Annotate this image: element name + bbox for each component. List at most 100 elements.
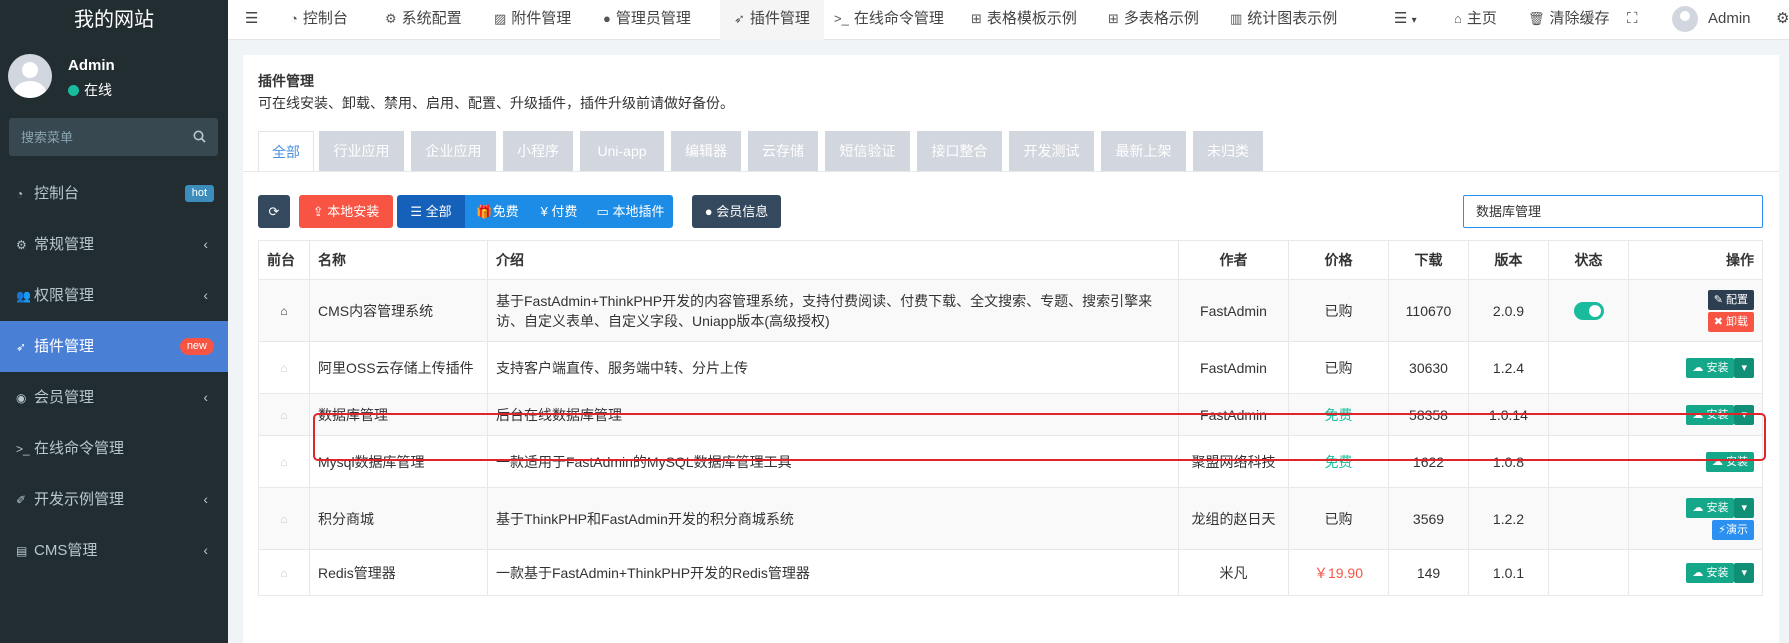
tab-category-uniapp[interactable]: Uni-app (580, 131, 664, 171)
sidebar-item-members[interactable]: ◉ 会员管理 ‹ (0, 372, 228, 423)
search-icon[interactable] (193, 130, 206, 143)
sidebar-item-label: 会员管理 (34, 389, 95, 406)
tab-admins[interactable]: ● 管理员管理 (603, 0, 691, 40)
demo-button[interactable]: ⚡演示 (1712, 519, 1754, 540)
table-icon: ⊞ (1108, 11, 1119, 26)
plugin-status (1548, 279, 1629, 342)
install-button[interactable]: ☁ 安装 (1686, 497, 1735, 518)
tab-dashboard[interactable]: ◔ 控制台 (290, 0, 348, 40)
home-link[interactable]: ⌂ 主页 (1454, 0, 1497, 40)
user-panel: Admin 在线 (0, 40, 228, 115)
tab-category-miniprogram[interactable]: 小程序 (503, 131, 573, 171)
install-label: 安装 (1706, 566, 1729, 579)
filter-free-button[interactable]: 🎁免费 (465, 195, 530, 228)
local-install-button[interactable]: ⇪ 本地安装 (299, 195, 393, 228)
install-dropdown-button[interactable]: ▾ (1734, 562, 1754, 583)
home-icon: ⌂ (258, 435, 310, 488)
filter-all-button[interactable]: ☰ 全部 (397, 195, 465, 228)
chevron-left-icon: ‹ (203, 491, 208, 507)
install-button[interactable]: ☁ 安装 (1686, 404, 1735, 425)
sidebar-item-cms[interactable]: ▤ CMS管理 ‹ (0, 525, 228, 576)
fullscreen-icon[interactable]: ⛶ (1627, 0, 1638, 40)
tab-category-all[interactable]: 全部 (258, 131, 314, 171)
tab-multi-table[interactable]: ⊞ 多表格示例 (1108, 0, 1199, 40)
tab-label: 表格模板示例 (986, 10, 1077, 27)
sidebar-item-examples[interactable]: ✐ 开发示例管理 ‹ (0, 474, 228, 525)
install-dropdown-button[interactable]: ▾ (1734, 357, 1754, 378)
tab-list-dropdown[interactable]: ☰ ▾ (1394, 0, 1417, 40)
member-info-label: 会员信息 (716, 204, 769, 219)
home-icon: ⌂ (258, 393, 310, 436)
tab-table-template[interactable]: ⊞ 表格模板示例 (971, 0, 1077, 40)
config-button[interactable]: ✎ 配置 (1707, 289, 1754, 310)
tab-config[interactable]: ⚙ 系统配置 (385, 0, 462, 40)
plugin-actions: ☁ 安装 (1628, 435, 1763, 488)
tab-category-sms[interactable]: 短信验证 (825, 131, 910, 171)
install-dropdown-button[interactable]: ▾ (1734, 404, 1754, 425)
status-toggle[interactable] (1573, 301, 1604, 320)
sidebar-toggle-icon[interactable]: ☰ (245, 0, 258, 40)
main-panel: 插件管理 可在线安装、卸载、禁用、启用、配置、升级插件，插件升级前请做好备份。 … (243, 55, 1779, 643)
filter-paid-button[interactable]: ¥ 付费 (530, 195, 588, 228)
filter-all-label: 全部 (425, 204, 452, 219)
tab-category-enterprise[interactable]: 企业应用 (411, 131, 496, 171)
install-button[interactable]: ☁ 安装 (1705, 451, 1754, 472)
tab-label: 管理员管理 (615, 10, 691, 27)
terminal-icon: >_ (834, 11, 849, 26)
caret-down-icon: ▾ (1741, 501, 1747, 514)
filter-local-button[interactable]: ▭ 本地插件 (588, 195, 673, 228)
home-icon: ⌂ (1454, 11, 1462, 26)
user-avatar (8, 54, 52, 98)
avatar (1672, 6, 1698, 33)
plugin-name: CMS内容管理系统 (309, 279, 488, 342)
home-icon[interactable]: ⌂ (258, 279, 310, 342)
plugin-name: 阿里OSS云存储上传插件 (309, 341, 488, 394)
tab-category-uncategorized[interactable]: 未归类 (1193, 131, 1263, 171)
install-label: 安装 (1706, 408, 1729, 421)
plugin-downloads: 149 (1388, 549, 1469, 596)
plugin-author[interactable]: 龙组的赵日天 (1178, 487, 1289, 550)
dashboard-icon: ◔ (16, 187, 24, 201)
file-icon: ▤ (16, 544, 28, 558)
tab-attachment[interactable]: ▨ 附件管理 (494, 0, 571, 40)
member-info-button[interactable]: ● 会员信息 (692, 195, 781, 228)
sidebar-item-auth[interactable]: 👥 权限管理 ‹ (0, 270, 228, 321)
plugin-author[interactable]: FastAdmin (1178, 279, 1289, 342)
tab-category-storage[interactable]: 云存储 (748, 131, 818, 171)
site-logo[interactable]: 我的网站 (0, 0, 228, 40)
tab-command[interactable]: >_ 在线命令管理 (834, 0, 944, 40)
tab-addons[interactable]: ➶ 插件管理 (720, 0, 824, 40)
plugin-search-input[interactable]: 数据库管理 (1463, 195, 1763, 228)
upload-icon: ⇪ (312, 204, 328, 219)
user-menu[interactable]: Admin (1672, 0, 1751, 40)
install-label: 安装 (1726, 455, 1748, 468)
plugin-author[interactable]: 米凡 (1178, 549, 1289, 596)
yen-icon: ¥ (540, 204, 552, 219)
plugin-price: ￥19.90 (1288, 549, 1389, 596)
sidebar-search-input[interactable] (9, 118, 179, 156)
rocket-icon: ➶ (16, 340, 27, 354)
sidebar-item-general[interactable]: ⚙ 常规管理 ‹ (0, 219, 228, 270)
plugin-author[interactable]: FastAdmin (1178, 341, 1289, 394)
uninstall-button[interactable]: ✖ 卸载 (1707, 311, 1754, 332)
plugin-author[interactable]: 聚盟网络科技 (1178, 435, 1289, 488)
plugin-author[interactable]: FastAdmin (1178, 393, 1289, 436)
sidebar-item-command[interactable]: >_ 在线命令管理 (0, 423, 228, 474)
clear-cache-button[interactable]: 🗑 清除缓存 (1528, 0, 1610, 40)
refresh-button[interactable]: ⟳ (258, 195, 290, 228)
gear-icon[interactable]: ⚙ (1776, 0, 1789, 40)
plugin-version: 2.0.9 (1468, 279, 1549, 342)
sidebar-item-dashboard[interactable]: ◔ 控制台 hot (0, 168, 228, 219)
sidebar-item-addons[interactable]: ➶ 插件管理 new (0, 321, 228, 372)
trash-icon: 🗑 (1528, 11, 1545, 26)
tab-category-api[interactable]: 接口整合 (917, 131, 1002, 171)
tab-category-editor[interactable]: 编辑器 (671, 131, 741, 171)
install-button[interactable]: ☁ 安装 (1686, 562, 1735, 583)
tab-category-latest[interactable]: 最新上架 (1101, 131, 1186, 171)
tab-charts[interactable]: ▥ 统计图表示例 (1230, 0, 1337, 40)
tab-category-industry[interactable]: 行业应用 (319, 131, 404, 171)
install-dropdown-button[interactable]: ▾ (1734, 497, 1754, 518)
install-button[interactable]: ☁ 安装 (1686, 357, 1735, 378)
cloud-download-icon: ☁ (1692, 361, 1707, 374)
tab-category-dev[interactable]: 开发测试 (1009, 131, 1094, 171)
